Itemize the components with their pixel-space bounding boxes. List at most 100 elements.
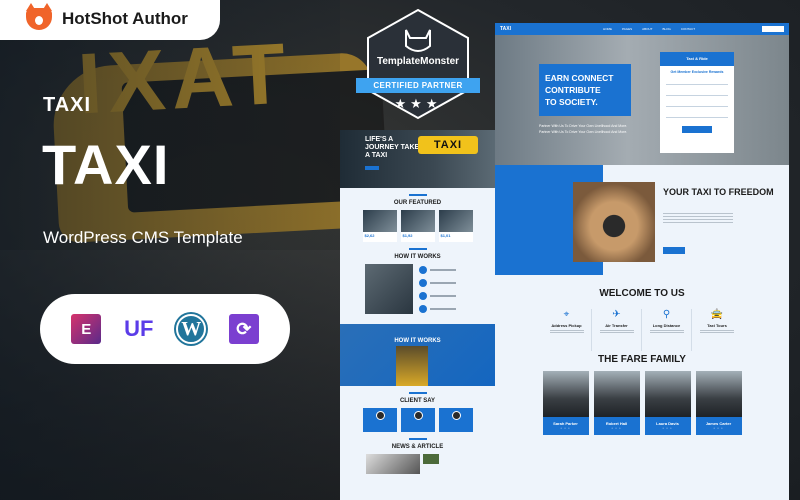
mr-freedom-text — [663, 213, 733, 223]
mr-team-member[interactable]: Sarah Parker • • • — [542, 371, 589, 435]
mr-welcome-section: WELCOME TO US ⌖ Address Pickup ✈ Air Trans… — [495, 275, 789, 435]
mr-form-field[interactable] — [666, 106, 728, 107]
mr-logo[interactable]: TAXI — [500, 26, 511, 32]
badge-stars: ★★★ — [394, 96, 442, 111]
mr-navbar: TAXI HOME PAGES ABOUT BLOG CONTACT — [495, 23, 789, 35]
route-icon: ⚲ — [662, 309, 671, 320]
mr-form-field[interactable] — [666, 117, 728, 118]
mr-signup-form: Taxi & Ride Get Member Exclusive Rewards — [660, 52, 734, 153]
mr-hero-line: CONTRIBUTE — [545, 85, 601, 95]
taxi-icon: 🚖 — [710, 309, 724, 320]
mm-featured-card[interactable]: $1,01 — [438, 210, 473, 242]
mm-client-title: CLIENT SAY — [399, 398, 436, 404]
pin-icon: ⌖ — [563, 309, 570, 320]
mm-news — [366, 454, 495, 474]
author-name: HotShot Author — [62, 9, 188, 28]
mm-step — [419, 266, 456, 274]
mm-tag — [408, 194, 427, 196]
mm-hero-button[interactable] — [365, 166, 379, 170]
author-badge: HotShot Author — [0, 0, 220, 40]
mr-form-field[interactable] — [666, 95, 728, 96]
mr-member-name: James Carter — [705, 421, 732, 426]
mr-menu-item[interactable]: HOME — [603, 27, 612, 31]
mr-team-title: THE FARE FAMILY — [598, 354, 686, 365]
mm-featured-card[interactable]: $1,92 — [400, 210, 435, 242]
mm-news-photo[interactable] — [366, 454, 420, 474]
mm-hero-title: LIFE'S A JOURNEY TAKE A TAXI — [365, 136, 420, 159]
mm-price: $1,92 — [402, 233, 413, 238]
plane-icon: ✈ — [612, 309, 621, 320]
uicore-icon: UF — [124, 316, 154, 341]
mm-how-it-works — [365, 264, 495, 314]
mm-featured-title: OUR FEATURED — [393, 200, 442, 206]
mr-service-name: Address Pickup — [551, 323, 582, 328]
mm-news-title: NEWS & ARTICLE — [391, 444, 444, 450]
mm-how-title-2: HOW IT WORKS — [394, 338, 441, 344]
mr-services: ⌖ Address Pickup ✈ Air Transfer ⚲ Long Dist… — [495, 309, 789, 351]
social-icons[interactable]: • • • — [594, 426, 640, 430]
mr-team-member[interactable]: Robert Hall • • • — [593, 371, 640, 435]
mr-service-name: Taxi Tours — [707, 323, 727, 328]
mm-price: $2,62 — [364, 233, 375, 238]
mr-freedom-button[interactable] — [663, 247, 685, 254]
product-title: TAXI — [42, 133, 170, 196]
updates-icon: ⟳ — [228, 314, 259, 344]
mm-tag — [408, 248, 427, 250]
mm-client-cards — [340, 408, 495, 432]
mm-how-title: HOW IT WORKS — [394, 254, 441, 260]
mr-team: Sarah Parker • • • Robert Hall • • • Laura… — [495, 371, 789, 435]
mr-hero-paragraph: Partner With Us To Drive Your Own Liveli… — [539, 124, 628, 134]
mockup-page-right: TAXI HOME PAGES ABOUT BLOG CONTACT EARN … — [495, 23, 789, 500]
mr-service: ⌖ Address Pickup — [542, 309, 592, 351]
wordpress-icon: W — [176, 314, 207, 344]
mm-news-thumb[interactable] — [423, 454, 439, 464]
mr-member-name: Sarah Parker — [553, 421, 578, 426]
social-icons[interactable]: • • • — [543, 426, 589, 430]
mr-hero-line: TO SOCIETY. — [545, 97, 598, 107]
plugin-icons-bar: E UF W ⟳ — [40, 294, 290, 364]
mr-form-submit[interactable] — [682, 126, 712, 133]
mm-taxi-sign: TAXI — [418, 136, 478, 154]
mm-taxi-photo — [396, 346, 428, 386]
mr-menu-item[interactable]: CONTACT — [681, 27, 695, 31]
mm-step — [419, 305, 456, 313]
mr-freedom-title: YOUR TAXI TO FREEDOM — [663, 187, 774, 197]
mm-client-card — [438, 408, 473, 432]
mr-service: 🚖 Taxi Tours — [692, 309, 742, 351]
mm-step — [419, 279, 456, 287]
mr-hero-headline: EARN CONNECT CONTRIBUTE TO SOCIETY. — [539, 64, 631, 116]
mr-service-name: Long Distance — [652, 323, 681, 328]
taxi-brand-logo: TAXI — [43, 94, 92, 116]
background-shade — [0, 0, 340, 500]
mr-passenger-photo — [573, 182, 655, 262]
mr-hero: EARN CONNECT CONTRIBUTE TO SOCIETY. Part… — [495, 35, 789, 165]
mm-how-blue-section: HOW IT WORKS — [340, 324, 495, 386]
mm-client-card — [362, 408, 397, 432]
mm-client-card — [400, 408, 435, 432]
mr-form-head: Taxi & Ride — [660, 52, 734, 66]
mr-team-member[interactable]: James Carter • • • — [695, 371, 742, 435]
mm-price: $1,01 — [440, 233, 451, 238]
social-icons[interactable]: • • • — [696, 426, 742, 430]
badge-brand: TemplateMonster — [376, 56, 460, 67]
mm-phone-photo — [365, 264, 413, 314]
mr-menu-item[interactable]: PAGES — [622, 27, 632, 31]
elementor-icon: E — [71, 314, 102, 344]
mr-service: ✈ Air Transfer — [592, 309, 642, 351]
mm-featured-card[interactable]: $2,62 — [362, 210, 397, 242]
social-icons[interactable]: • • • — [645, 426, 691, 430]
mr-service-name: Air Transfer — [605, 323, 628, 328]
mockup-page-middle: LIFE'S A JOURNEY TAKE A TAXI TAXI OUR FE… — [340, 130, 495, 500]
mr-form-field[interactable] — [666, 84, 728, 85]
mr-menu-item[interactable]: ABOUT — [642, 27, 652, 31]
mr-team-member[interactable]: Laura Davis • • • — [644, 371, 691, 435]
mr-menu-item[interactable]: BLOG — [663, 27, 671, 31]
mr-member-name: Laura Davis — [656, 421, 679, 426]
mr-service: ⚲ Long Distance — [642, 309, 692, 351]
product-subtitle: WordPress CMS Template — [43, 228, 243, 247]
templatemonster-certified-badge: TemplateMonster CERTIFIED PARTNER ★★★ — [356, 8, 480, 120]
mr-cta-button[interactable] — [762, 26, 784, 32]
mm-step — [419, 292, 456, 300]
mm-featured-cards: $2,62 $1,92 $1,01 — [340, 210, 495, 242]
mr-form-sub: Get Member Exclusive Rewards — [670, 70, 724, 74]
